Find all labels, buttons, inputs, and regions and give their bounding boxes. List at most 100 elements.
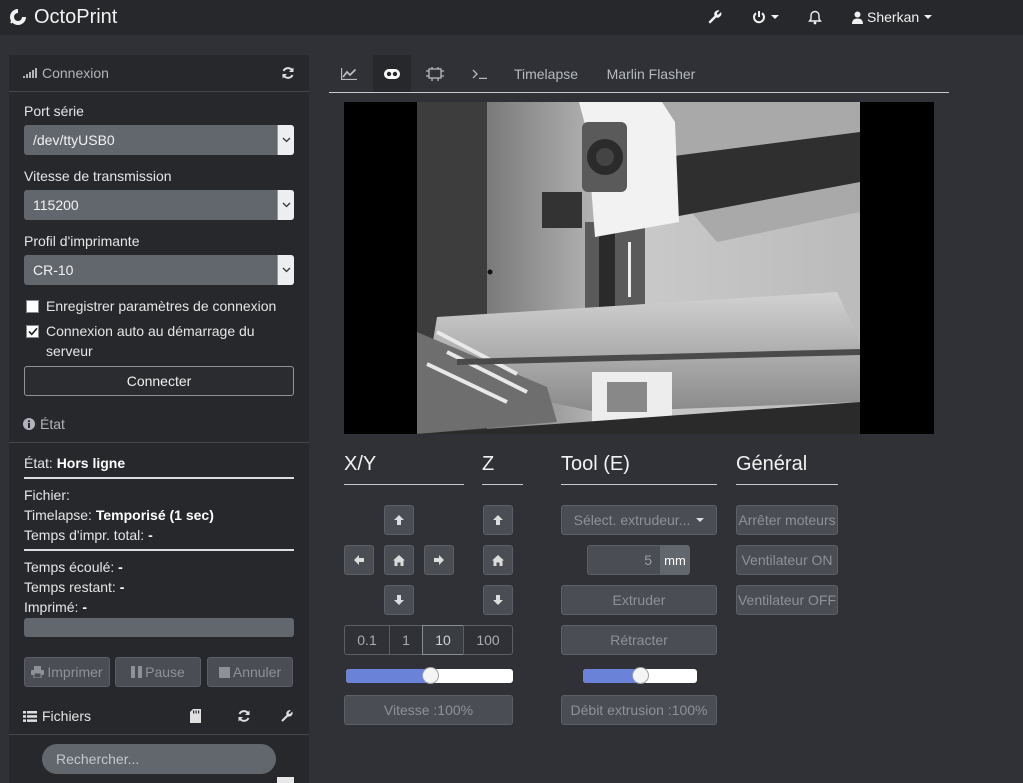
system-menu-button[interactable] — [752, 6, 779, 28]
scrollbar-handle[interactable] — [277, 777, 294, 783]
arrow-up-icon — [493, 515, 503, 525]
main-tabs: Timelapse Marlin Flasher — [329, 55, 949, 93]
state-value: Hors ligne — [56, 455, 126, 471]
jog-y-plus-button[interactable] — [384, 505, 414, 535]
home-z-button[interactable] — [483, 545, 513, 575]
jog-x-plus-button[interactable] — [424, 545, 454, 575]
printer-profile-select[interactable]: CR-10 — [24, 255, 294, 285]
extrude-button[interactable]: Extruder — [561, 585, 717, 615]
refresh-icon[interactable] — [281, 66, 295, 80]
files-title: Fichiers — [42, 708, 92, 724]
tab-terminal[interactable] — [461, 55, 499, 92]
motors-off-button[interactable]: Arrêter moteurs — [736, 505, 838, 535]
jog-z-plus-button[interactable] — [483, 505, 513, 535]
slider-thumb[interactable] — [632, 667, 649, 684]
step-10-button[interactable]: 10 — [422, 625, 464, 655]
tab-temperature[interactable] — [329, 55, 369, 92]
tab-control[interactable] — [373, 55, 411, 92]
files-search-input[interactable] — [42, 744, 276, 774]
chevron-down-icon — [277, 190, 294, 220]
webcam-stream — [344, 102, 934, 434]
tab-timelapse[interactable]: Timelapse — [505, 55, 587, 92]
user-menu-button[interactable]: Sherkan — [852, 6, 933, 28]
file-line: Fichier: — [24, 487, 70, 503]
home-icon — [393, 554, 405, 566]
fan-on-button[interactable]: Ventilateur ON — [736, 545, 838, 575]
feed-rate-slider[interactable] — [346, 667, 513, 684]
connect-button[interactable]: Connecter — [24, 366, 294, 396]
files-header[interactable]: Fichiers — [9, 698, 309, 734]
fan-off-button[interactable]: Ventilateur OFF — [736, 585, 838, 615]
state-header[interactable]: État — [9, 406, 309, 442]
sd-card-icon[interactable] — [190, 709, 201, 723]
autoconnect-checkbox[interactable] — [26, 325, 39, 338]
feed-rate-button[interactable]: Vitesse :100% — [344, 695, 513, 725]
notifications-button[interactable] — [808, 6, 822, 28]
autoconnect-row: Connexion auto au démarrage du serveur — [24, 321, 255, 361]
jog-x-minus-button[interactable] — [344, 545, 374, 575]
total-time-line: Temps d'impr. total: - — [24, 527, 153, 543]
profile-value: CR-10 — [33, 262, 74, 278]
slider-thumb[interactable] — [422, 667, 439, 684]
timelapse-value: Temporisé (1 sec) — [95, 507, 214, 523]
profile-label: Profil d'imprimante — [24, 233, 140, 249]
baud-label: Vitesse de transmission — [24, 168, 172, 184]
tab-gcode-viewer[interactable] — [415, 55, 455, 92]
general-title: Général — [736, 453, 808, 475]
arrow-right-icon — [434, 555, 444, 565]
connection-header[interactable]: Connexion — [9, 55, 309, 91]
print-button[interactable]: Imprimer — [24, 657, 110, 687]
divider — [561, 484, 717, 485]
pause-icon — [131, 666, 143, 678]
stop-icon — [218, 666, 230, 678]
flow-rate-slider[interactable] — [583, 667, 697, 684]
extruder-select-label: Sélect. extrudeur... — [573, 512, 691, 528]
jog-y-minus-button[interactable] — [384, 585, 414, 615]
brand-name: OctoPrint — [34, 5, 118, 28]
remaining-value: - — [119, 579, 125, 595]
wrench-icon[interactable] — [280, 709, 294, 723]
step-0.1-button[interactable]: 0.1 — [344, 625, 390, 655]
extrude-amount-input[interactable] — [587, 545, 660, 575]
timelapse-line: Timelapse: Temporisé (1 sec) — [24, 507, 214, 523]
cancel-label: Annuler — [232, 664, 282, 680]
divider — [24, 549, 294, 551]
cancel-button[interactable]: Annuler — [207, 657, 293, 687]
bell-icon — [808, 10, 822, 24]
save-settings-checkbox[interactable] — [26, 300, 39, 313]
chart-icon — [341, 67, 357, 80]
elapsed-key: Temps écoulé: — [24, 559, 115, 575]
user-name: Sherkan — [867, 9, 920, 25]
print-label: Imprimer — [47, 664, 103, 680]
retract-button[interactable]: Rétracter — [561, 625, 717, 655]
tab-marlin-flasher[interactable]: Marlin Flasher — [595, 55, 707, 92]
divider — [9, 442, 309, 443]
settings-button[interactable] — [707, 6, 723, 28]
remaining-key: Temps restant: — [24, 579, 116, 595]
divider — [9, 734, 309, 735]
flow-rate-button[interactable]: Débit extrusion :100% — [561, 695, 717, 725]
webcam-image — [417, 102, 860, 434]
port-select[interactable]: /dev/ttyUSB0 — [24, 125, 294, 155]
brand[interactable]: OctoPrint — [8, 5, 117, 29]
slider-fill — [346, 669, 430, 683]
step-100-button[interactable]: 100 — [463, 625, 513, 655]
sidebar: Connexion Port série /dev/ttyUSB0 Vitess… — [9, 55, 309, 783]
divider — [24, 477, 294, 479]
list-icon — [23, 710, 37, 722]
save-settings-label: Enregistrer paramètres de connexion — [46, 298, 277, 314]
home-icon — [492, 554, 504, 566]
extruder-select[interactable]: Sélect. extrudeur... — [561, 505, 717, 535]
baudrate-select[interactable]: 115200 — [24, 190, 294, 220]
pause-button[interactable]: Pause — [115, 657, 201, 687]
port-label: Port série — [24, 103, 84, 119]
divider — [344, 484, 464, 485]
step-1-button[interactable]: 1 — [389, 625, 423, 655]
arrow-down-icon — [493, 595, 503, 605]
home-xy-button[interactable] — [384, 545, 414, 575]
refresh-icon[interactable] — [237, 709, 251, 723]
chevron-down-icon — [924, 15, 933, 19]
divider — [482, 484, 523, 485]
connection-title: Connexion — [42, 65, 109, 81]
jog-z-minus-button[interactable] — [483, 585, 513, 615]
